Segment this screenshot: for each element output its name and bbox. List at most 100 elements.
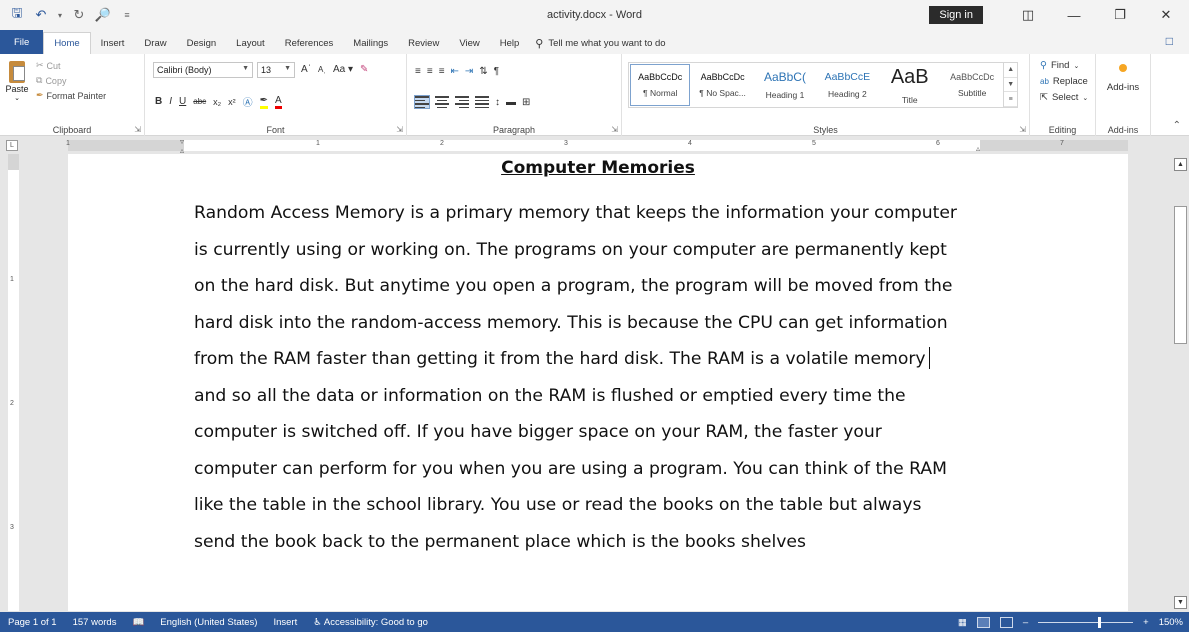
- restore-icon[interactable]: ❐: [1097, 0, 1143, 30]
- tab-design[interactable]: Design: [177, 32, 227, 54]
- zoom-slider-thumb[interactable]: [1098, 616, 1102, 628]
- underline-icon[interactable]: U: [179, 96, 186, 107]
- show-paragraph-marks-icon[interactable]: ¶: [494, 66, 499, 77]
- subscript-icon[interactable]: x₂: [213, 97, 221, 107]
- vertical-scrollbar[interactable]: ▲ ▼: [1172, 154, 1189, 611]
- line-spacing-icon[interactable]: ↕: [495, 97, 500, 108]
- customize-qat-icon[interactable]: ≡: [118, 5, 136, 25]
- superscript-icon[interactable]: x²: [228, 97, 236, 107]
- zoom-in-button[interactable]: +: [1143, 617, 1149, 628]
- grow-font-icon[interactable]: Aˈ: [301, 64, 311, 75]
- accessibility-status[interactable]: ♿ Accessibility: Good to go: [305, 617, 436, 628]
- tab-layout[interactable]: Layout: [226, 32, 275, 54]
- zoom-level[interactable]: 150%: [1159, 617, 1183, 628]
- tab-references[interactable]: References: [275, 32, 344, 54]
- tab-review[interactable]: Review: [398, 32, 449, 54]
- copy-button[interactable]: ⧉ Copy: [36, 75, 106, 86]
- style-normal[interactable]: AaBbCcDc ¶ Normal: [629, 63, 691, 107]
- bold-icon[interactable]: B: [155, 96, 162, 107]
- sort-icon[interactable]: ⇅: [479, 66, 487, 77]
- collapse-ribbon-icon[interactable]: ⌃: [1173, 120, 1181, 131]
- italic-icon[interactable]: I: [169, 96, 172, 107]
- ruler-strip[interactable]: 1 1 2 3 4 5 6 7 ▿ ▵ ▵: [66, 137, 1128, 155]
- cut-button[interactable]: ✂ Cut: [36, 60, 106, 71]
- undo-dropdown-icon[interactable]: ▾: [56, 5, 64, 25]
- style-subtitle[interactable]: AaBbCcDc Subtitle: [941, 63, 1003, 107]
- sign-in-button[interactable]: Sign in: [929, 6, 983, 24]
- scroll-down-icon[interactable]: ▼: [1174, 596, 1187, 609]
- text-effects-icon[interactable]: Ⓐ: [243, 94, 253, 109]
- zoom-slider[interactable]: [1038, 616, 1134, 628]
- align-left-icon[interactable]: [414, 95, 430, 109]
- save-icon[interactable]: 🖫: [8, 5, 26, 25]
- justify-icon[interactable]: [475, 96, 489, 108]
- scroll-up-icon[interactable]: ▲: [1174, 158, 1187, 171]
- decrease-indent-icon[interactable]: ⇤: [451, 66, 459, 77]
- styles-launcher-icon[interactable]: ⇲: [1019, 125, 1026, 134]
- align-center-icon[interactable]: [435, 96, 449, 108]
- replace-button[interactable]: ab Replace: [1040, 76, 1088, 87]
- close-icon[interactable]: ✕: [1143, 0, 1189, 30]
- ribbon-display-options-icon[interactable]: ◫: [1005, 0, 1051, 30]
- tab-file[interactable]: File: [0, 30, 44, 54]
- tell-me-box[interactable]: ⚲ Tell me what you want to do: [529, 32, 665, 54]
- minimize-icon[interactable]: —: [1051, 0, 1097, 30]
- insert-mode[interactable]: Insert: [265, 617, 305, 628]
- gallery-more-icon[interactable]: ≡: [1004, 92, 1018, 108]
- increase-indent-icon[interactable]: ⇥: [465, 66, 473, 77]
- undo-icon[interactable]: ↶: [32, 5, 50, 25]
- print-layout-icon[interactable]: [976, 616, 990, 628]
- right-indent-marker[interactable]: ▵: [976, 144, 980, 153]
- language-status[interactable]: English (United States): [152, 617, 265, 628]
- tab-insert[interactable]: Insert: [91, 32, 135, 54]
- page-count[interactable]: Page 1 of 1: [0, 617, 65, 628]
- paragraph-launcher-icon[interactable]: ⇲: [611, 125, 618, 134]
- font-size-select[interactable]: 13 ▼: [257, 62, 295, 78]
- redo-icon[interactable]: ↻: [70, 5, 88, 25]
- format-painter-button[interactable]: ✒ Format Painter: [36, 90, 106, 101]
- paste-button[interactable]: Paste ⌄: [4, 58, 30, 102]
- first-line-indent-marker[interactable]: ▿: [180, 137, 184, 146]
- comments-icon[interactable]: □: [1166, 34, 1173, 48]
- tab-selector[interactable]: L: [6, 140, 18, 151]
- scroll-thumb[interactable]: [1174, 206, 1187, 344]
- style-no-spacing[interactable]: AaBbCcDc ¶ No Spac...: [691, 63, 753, 107]
- print-preview-icon[interactable]: 🔎: [94, 5, 112, 25]
- tab-home[interactable]: Home: [43, 32, 91, 54]
- multilevel-list-icon[interactable]: ≡: [439, 66, 445, 77]
- font-family-select[interactable]: Calibri (Body) ▼: [153, 62, 253, 78]
- select-button[interactable]: ⇱ Select ⌄: [1040, 92, 1088, 103]
- shrink-font-icon[interactable]: Aˌ: [318, 65, 326, 74]
- web-layout-icon[interactable]: [999, 616, 1013, 628]
- highlight-icon[interactable]: ✒: [259, 95, 269, 109]
- tab-draw[interactable]: Draw: [134, 32, 176, 54]
- focus-mode-icon[interactable]: ▦: [958, 617, 967, 628]
- tab-view[interactable]: View: [449, 32, 489, 54]
- bullets-icon[interactable]: ≡: [415, 66, 421, 77]
- tab-mailings[interactable]: Mailings: [343, 32, 398, 54]
- align-right-icon[interactable]: [455, 96, 469, 108]
- style-heading-2[interactable]: AaBbCcE Heading 2: [816, 63, 878, 107]
- font-launcher-icon[interactable]: ⇲: [396, 125, 403, 134]
- word-count[interactable]: 157 words: [65, 617, 125, 628]
- document-body[interactable]: Random Access Memory is a primary memory…: [194, 201, 1014, 566]
- proofing-icon[interactable]: 📖: [124, 617, 152, 628]
- strikethrough-icon[interactable]: abc: [193, 97, 206, 106]
- style-title[interactable]: AaB Title: [879, 63, 941, 107]
- addins-button[interactable]: Add-ins: [1096, 64, 1150, 93]
- clear-formatting-icon[interactable]: ✎: [360, 64, 368, 75]
- paste-dropdown-icon[interactable]: ⌄: [14, 94, 20, 102]
- gallery-up-icon[interactable]: ▲: [1004, 63, 1018, 78]
- document-page[interactable]: Computer Memories Random Access Memory i…: [68, 154, 1128, 611]
- font-color-icon[interactable]: A: [275, 95, 282, 109]
- borders-icon[interactable]: ⊞: [522, 97, 530, 108]
- find-button[interactable]: ⚲ Find ⌄: [1040, 60, 1088, 71]
- numbering-icon[interactable]: ≡: [427, 66, 433, 77]
- clipboard-launcher-icon[interactable]: ⇲: [134, 125, 141, 134]
- zoom-out-button[interactable]: –: [1023, 617, 1028, 628]
- gallery-down-icon[interactable]: ▼: [1004, 78, 1018, 93]
- shading-icon[interactable]: ▬: [506, 97, 516, 108]
- style-heading-1[interactable]: AaBbC( Heading 1: [754, 63, 816, 107]
- tab-help[interactable]: Help: [490, 32, 530, 54]
- change-case-button[interactable]: Aa ▾: [333, 64, 353, 75]
